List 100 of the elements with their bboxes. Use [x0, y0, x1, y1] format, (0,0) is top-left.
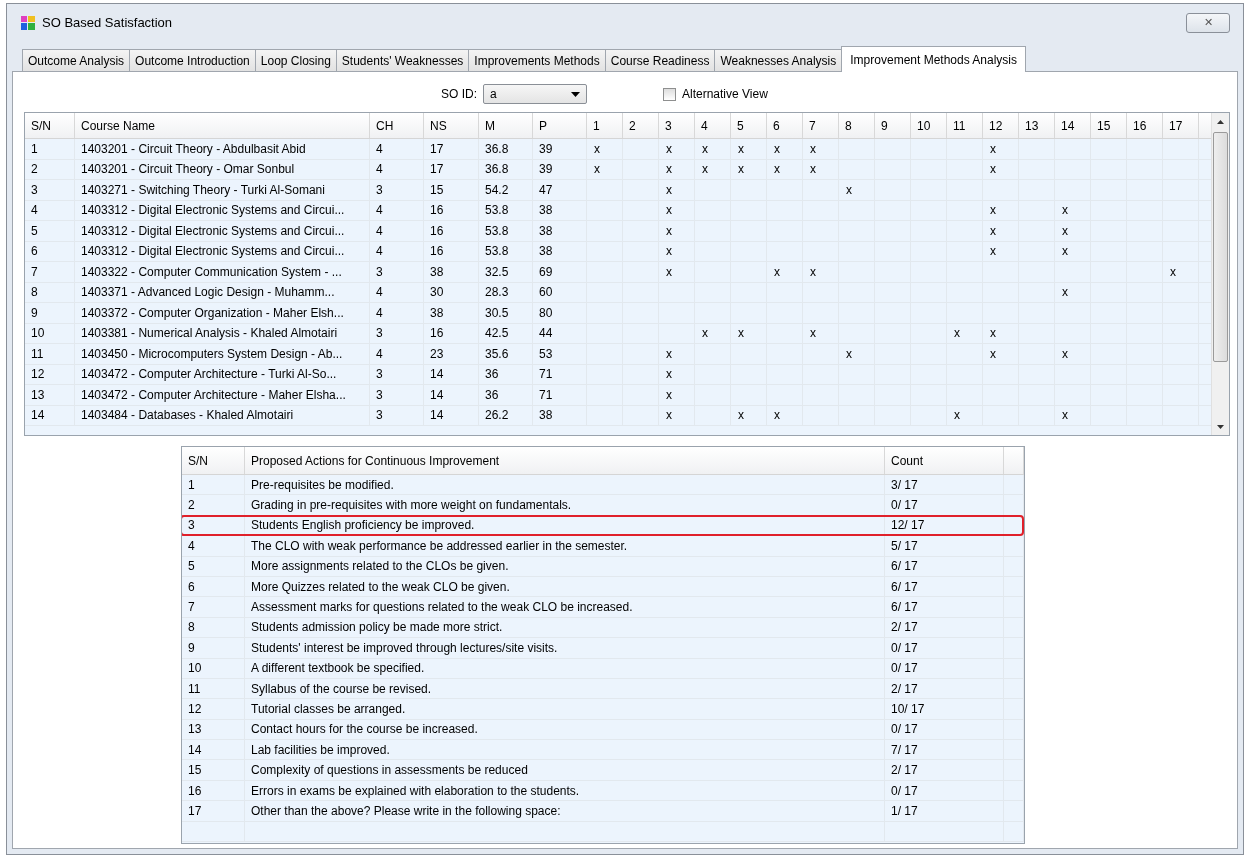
column-header[interactable]: NS — [430, 118, 447, 133]
table-cell: 4 — [188, 538, 195, 553]
table-cell: 14 — [31, 408, 45, 423]
table-cell: 3 — [376, 367, 383, 382]
table-cell: 1403312 - Digital Electronic Systems and Circui... — [81, 244, 345, 259]
table-cell: 12 — [31, 367, 45, 382]
column-header[interactable]: 2 — [629, 118, 636, 133]
column-header[interactable]: 17 — [1169, 118, 1183, 133]
table-cell: 47 — [539, 182, 553, 197]
table-cell: x — [594, 141, 600, 156]
table-cell: 69 — [539, 264, 553, 279]
table-cell: x — [810, 326, 816, 341]
column-header[interactable]: 16 — [1133, 118, 1147, 133]
table-cell: 4 — [376, 203, 383, 218]
table-cell: 1 — [188, 477, 195, 492]
table-cell: 42.5 — [485, 326, 509, 341]
table-cell: 9 — [31, 305, 38, 320]
table-cell: x — [1062, 223, 1068, 238]
table-cell: 38 — [539, 223, 553, 238]
column-header[interactable]: 7 — [809, 118, 816, 133]
column-header[interactable]: 6 — [773, 118, 780, 133]
column-header[interactable]: 15 — [1097, 118, 1111, 133]
table-cell: 1403312 - Digital Electronic Systems and Circui... — [81, 203, 345, 218]
table-cell: Students English proficiency be improved. — [251, 518, 475, 533]
column-header[interactable]: Proposed Actions for Continuous Improvement — [251, 453, 500, 468]
column-header[interactable]: CH — [376, 118, 394, 133]
scrollbar[interactable] — [1211, 113, 1229, 435]
table-cell: Students' interest be improved through lectures/site visits. — [251, 640, 558, 655]
table-cell: x — [990, 223, 996, 238]
column-header[interactable]: 10 — [917, 118, 931, 133]
column-header[interactable]: 8 — [845, 118, 852, 133]
table-cell: 16 — [430, 244, 444, 259]
tab[interactable]: Improvements Methods — [468, 49, 606, 71]
table-cell: Syllabus of the course be revised. — [251, 681, 432, 696]
table-cell: 4 — [376, 305, 383, 320]
tab[interactable]: Outcome Analysis — [22, 49, 131, 71]
table-cell: 26.2 — [485, 408, 509, 423]
column-header[interactable]: 14 — [1061, 118, 1075, 133]
table-cell: Tutorial classes be arranged. — [251, 702, 406, 716]
tab[interactable]: Outcome Introduction — [129, 49, 256, 71]
table-cell: 3 — [188, 518, 195, 533]
table-cell: x — [666, 141, 672, 156]
column-header[interactable]: M — [485, 118, 495, 133]
arrow-up-icon[interactable] — [1217, 119, 1224, 124]
table-cell: 0/ 17 — [891, 661, 918, 676]
table-cell: x — [954, 326, 960, 341]
column-header[interactable]: 9 — [881, 118, 888, 133]
column-header[interactable]: 3 — [665, 118, 672, 133]
table-cell: Grading in pre-requisites with more weight on fundamentals. — [251, 498, 572, 513]
tab[interactable]: Course Readiness — [604, 49, 716, 71]
column-header[interactable]: S/N — [188, 453, 208, 468]
table-cell: 11 — [188, 681, 201, 696]
table-cell: 71 — [539, 387, 553, 402]
table-cell: 30.5 — [485, 305, 509, 320]
column-header[interactable]: 4 — [701, 118, 708, 133]
table-cell: x — [1062, 346, 1068, 361]
table-cell: 1403371 - Advanced Logic Design - Muhamm... — [81, 285, 335, 300]
tab[interactable]: Weaknesses Analysis — [714, 49, 843, 71]
table-cell: 53.8 — [485, 244, 509, 259]
so-id-dropdown[interactable]: a — [483, 84, 587, 104]
table-cell: 17 — [430, 141, 444, 156]
checkbox[interactable] — [663, 87, 676, 101]
table-cell: 54.2 — [485, 182, 509, 197]
table-cell: 5 — [188, 559, 195, 574]
column-header[interactable]: 1 — [593, 118, 600, 133]
column-header[interactable]: P — [539, 118, 547, 133]
tab[interactable]: Students' Weaknesses — [335, 49, 470, 71]
column-header[interactable]: S/N — [31, 118, 51, 133]
column-header[interactable]: 11 — [953, 118, 966, 133]
table-cell: 35.6 — [485, 346, 509, 361]
close-button[interactable]: ✕ — [1186, 12, 1230, 33]
table-cell: 8 — [31, 285, 38, 300]
arrow-down-icon[interactable] — [1217, 424, 1224, 429]
column-header[interactable]: 12 — [989, 118, 1003, 133]
table-cell: Assessment marks for questions related to the weak CLO be increased. — [251, 600, 633, 615]
table-cell: x — [990, 326, 996, 341]
table-cell: 39 — [539, 141, 553, 156]
column-header[interactable]: Course Name — [81, 118, 156, 133]
column-header[interactable]: 13 — [1025, 118, 1039, 133]
table-cell: x — [738, 141, 744, 156]
table-cell: 1403450 - Microcomputers System Design - Ab... — [81, 346, 343, 361]
table-cell: x — [738, 162, 744, 177]
table-cell: x — [1062, 408, 1068, 423]
tab[interactable]: Improvement Methods Analysis — [841, 46, 1027, 72]
table-cell: x — [702, 141, 708, 156]
table-cell: x — [810, 162, 816, 177]
table-cell: Students admission policy be made more strict. — [251, 620, 503, 635]
column-header[interactable]: 5 — [737, 118, 744, 133]
table-cell: 6/ 17 — [891, 600, 918, 615]
column-header[interactable]: Count — [891, 453, 924, 468]
table-cell: 4 — [376, 162, 383, 177]
table-cell: 0/ 17 — [891, 498, 918, 513]
table-cell: 3 — [31, 182, 38, 197]
table-cell: 38 — [539, 408, 553, 423]
table-cell: 1403484 - Databases - Khaled Almotairi — [81, 408, 294, 423]
table-cell: Lab facilities be improved. — [251, 742, 390, 757]
tab[interactable]: Loop Closing — [254, 49, 337, 71]
table-cell: More assignments related to the CLOs be given. — [251, 559, 509, 574]
table-cell: 0/ 17 — [891, 783, 918, 798]
table-cell: 32.5 — [485, 264, 509, 279]
